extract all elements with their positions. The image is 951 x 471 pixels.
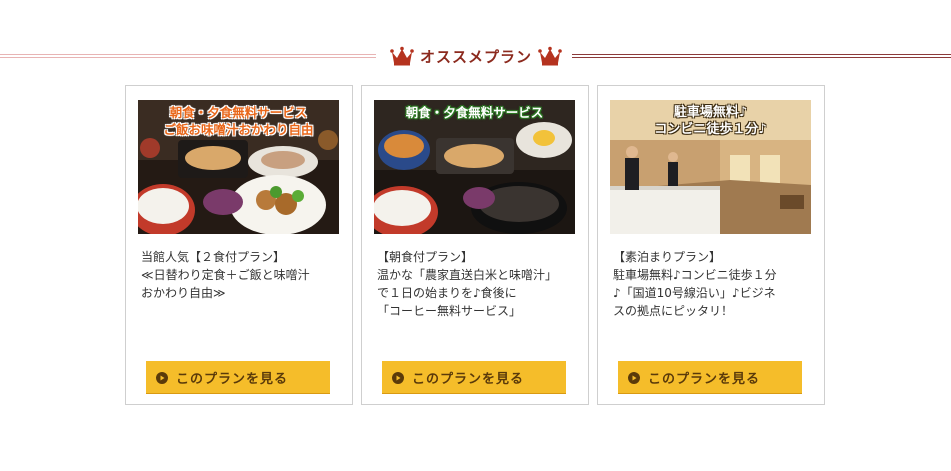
plan-card-two-meals[interactable]: 朝食・夕食無料サービス ご飯お味噌汁おかわり自由 当館人気【２食付プラン】 ≪日… <box>125 85 353 405</box>
plan-description: 当館人気【２食付プラン】 ≪日替わり定食＋ご飯と味噌汁 おかわり自由≫ <box>141 250 310 300</box>
play-circle-icon <box>628 371 640 384</box>
play-circle-icon <box>392 371 404 384</box>
photo-caption: 朝食・夕食無料サービス ご飯お味噌汁おかわり自由 <box>163 105 314 137</box>
crown-icon <box>390 46 414 66</box>
header-rule-left <box>0 54 376 58</box>
header-rule-right <box>572 54 951 58</box>
plan-photo[interactable]: 駐車場無料♪ コンビニ徒歩１分♪ <box>610 100 811 234</box>
plan-card-breakfast[interactable]: 朝食・夕食無料サービス 【朝食付プラン】 温かな「農家直送白米と味噌汁」 で１日… <box>361 85 589 405</box>
plan-photo[interactable]: 朝食・夕食無料サービス <box>374 100 575 234</box>
view-plan-button[interactable]: このプランを見る <box>382 361 566 394</box>
section-header: オススメプラン <box>0 42 951 72</box>
section-title-wrap: オススメプラン <box>383 42 569 70</box>
plan-description: 【朝食付プラン】 温かな「農家直送白米と味噌汁」 で１日の始まりを♪食後に 「コ… <box>377 250 558 318</box>
section-title: オススメプラン <box>419 47 532 66</box>
plan-description: 【素泊まりプラン】 駐車場無料♪コンビニ徒歩１分 ♪「国道10号線沿い」♪ビジネ… <box>613 250 777 318</box>
view-plan-button[interactable]: このプランを見る <box>618 361 802 394</box>
plan-card-room-only[interactable]: 駐車場無料♪ コンビニ徒歩１分♪ 【素泊まりプラン】 駐車場無料♪コンビニ徒歩１… <box>597 85 825 405</box>
photo-caption: 駐車場無料♪ コンビニ徒歩１分♪ <box>654 105 767 137</box>
plan-photo[interactable]: 朝食・夕食無料サービス ご飯お味噌汁おかわり自由 <box>138 100 339 234</box>
play-circle-icon <box>156 371 168 384</box>
crown-icon <box>538 46 562 66</box>
view-plan-button[interactable]: このプランを見る <box>146 361 330 394</box>
photo-caption: 朝食・夕食無料サービス <box>405 105 544 120</box>
